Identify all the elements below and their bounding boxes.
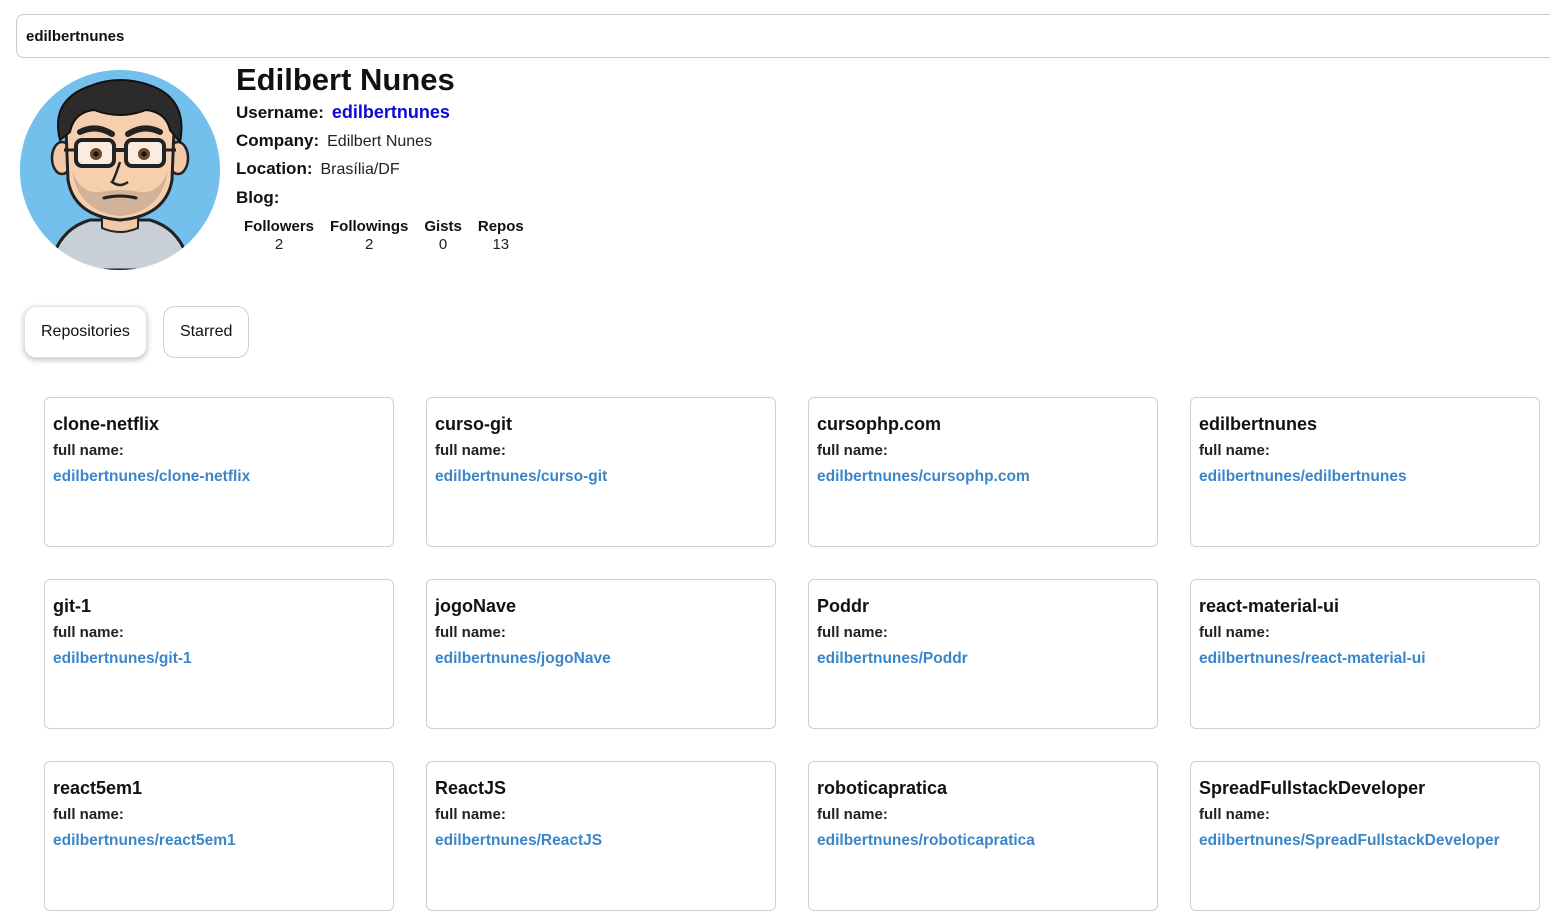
repo-card: jogoNave full name: edilbertnunes/jogoNa…: [426, 579, 776, 729]
stat-repos: Repos 13: [478, 218, 524, 254]
stat-value: 13: [492, 236, 510, 253]
repo-full-name-link[interactable]: edilbertnunes/ReactJS: [435, 830, 767, 852]
location-label: Location:: [236, 159, 313, 178]
stat-label: Followers: [244, 218, 315, 235]
stat-label: Repos: [477, 218, 524, 235]
avatar: [20, 70, 220, 270]
repo-full-name-label: full name:: [435, 806, 506, 823]
repo-full-name-label: full name:: [1199, 442, 1270, 459]
repo-name: roboticapratica: [817, 778, 948, 798]
repo-card: react5em1 full name: edilbertnunes/react…: [44, 761, 394, 911]
company-label: Company:: [236, 130, 320, 150]
company-value: Edilbert Nunes: [327, 132, 433, 150]
repo-card: ReactJS full name: edilbertnunes/ReactJS: [426, 761, 776, 911]
repo-full-name-link[interactable]: edilbertnunes/roboticapratica: [817, 830, 1149, 852]
repo-card: clone-netflix full name: edilbertnunes/c…: [44, 397, 394, 547]
repo-full-name-label: full name:: [1199, 624, 1270, 641]
stat-gists: Gists 0: [424, 218, 462, 254]
search-input[interactable]: [26, 27, 1546, 45]
repo-full-name-link[interactable]: edilbertnunes/react5em1: [53, 830, 385, 852]
profile-stats: Followers 2 Followings 2 Gists 0 Repos 1…: [244, 218, 540, 254]
repo-name: cursophp.com: [817, 414, 942, 434]
repo-full-name-label: full name:: [1199, 806, 1270, 823]
repo-full-name-link[interactable]: edilbertnunes/react-material-ui: [1199, 648, 1531, 670]
repo-name: react-material-ui: [1199, 596, 1340, 616]
repo-full-name-link[interactable]: edilbertnunes/cursophp.com: [817, 466, 1149, 488]
stat-followings: Followings 2: [330, 218, 408, 254]
repo-grid: clone-netflix full name: edilbertnunes/c…: [44, 397, 1540, 911]
repo-card: react-material-ui full name: edilbertnun…: [1190, 579, 1540, 729]
blog-label: Blog:: [236, 187, 280, 207]
repo-full-name-label: full name:: [817, 442, 888, 459]
repo-name: curso-git: [435, 414, 513, 434]
repo-name: git-1: [53, 596, 91, 616]
repo-full-name-link[interactable]: edilbertnunes/edilbertnunes: [1199, 466, 1531, 488]
repo-full-name-link[interactable]: edilbertnunes/git-1: [53, 648, 385, 670]
repo-name: clone-netflix: [53, 414, 160, 434]
stat-value: 2: [274, 236, 284, 253]
repo-full-name-label: full name:: [53, 624, 124, 641]
repo-full-name-link[interactable]: edilbertnunes/curso-git: [435, 466, 767, 488]
repo-card: cursophp.com full name: edilbertnunes/cu…: [808, 397, 1158, 547]
tab-repositories[interactable]: Repositories: [24, 306, 147, 358]
repo-full-name-link[interactable]: edilbertnunes/clone-netflix: [53, 466, 385, 488]
avatar-illustration: [20, 70, 220, 270]
repo-name: jogoNave: [435, 596, 517, 616]
repo-full-name-link[interactable]: edilbertnunes/SpreadFullstackDeveloper: [1199, 830, 1531, 852]
repo-full-name-label: full name:: [817, 624, 888, 641]
repo-card: Poddr full name: edilbertnunes/Poddr: [808, 579, 1158, 729]
repo-name: SpreadFullstackDeveloper: [1199, 778, 1426, 798]
profile-info: Edilbert Nunes Username: edilbertnunes C…: [236, 62, 540, 254]
repo-full-name-label: full name:: [817, 806, 888, 823]
company-row: Company: Edilbert Nunes: [236, 131, 540, 160]
tab-starred[interactable]: Starred: [162, 306, 250, 358]
location-row: Location: Brasília/DF: [236, 159, 540, 188]
stat-value: 2: [365, 236, 374, 253]
username-row: Username: edilbertnunes: [236, 102, 540, 131]
repo-name: edilbertnunes: [1199, 414, 1318, 434]
repo-card: edilbertnunes full name: edilbertnunes/e…: [1190, 397, 1540, 547]
username-link[interactable]: edilbertnunes: [332, 102, 450, 123]
search-field[interactable]: [16, 14, 1550, 58]
stat-label: Gists: [424, 218, 462, 235]
profile-name: Edilbert Nunes: [236, 62, 455, 97]
repo-full-name-label: full name:: [53, 806, 124, 823]
blog-row: Blog:: [236, 188, 540, 217]
repo-name: react5em1: [53, 778, 143, 798]
repo-name: Poddr: [817, 596, 869, 616]
username-label: Username:: [236, 103, 324, 122]
stat-label: Followings: [330, 218, 409, 235]
repo-full-name-link[interactable]: edilbertnunes/jogoNave: [435, 648, 767, 670]
repo-full-name-label: full name:: [435, 624, 506, 641]
tabs: Repositories Starred: [24, 306, 265, 358]
repo-card: git-1 full name: edilbertnunes/git-1: [44, 579, 394, 729]
location-value: Brasília/DF: [320, 161, 400, 178]
repo-card: SpreadFullstackDeveloper full name: edil…: [1190, 761, 1540, 911]
repo-full-name-link[interactable]: edilbertnunes/Poddr: [817, 648, 1149, 670]
stat-value: 0: [438, 236, 448, 253]
repo-full-name-label: full name:: [53, 442, 124, 459]
repo-full-name-label: full name:: [435, 442, 506, 459]
repo-card: roboticapratica full name: edilbertnunes…: [808, 761, 1158, 911]
stat-followers: Followers 2: [244, 218, 314, 254]
repo-name: ReactJS: [435, 778, 507, 798]
repo-card: curso-git full name: edilbertnunes/curso…: [426, 397, 776, 547]
